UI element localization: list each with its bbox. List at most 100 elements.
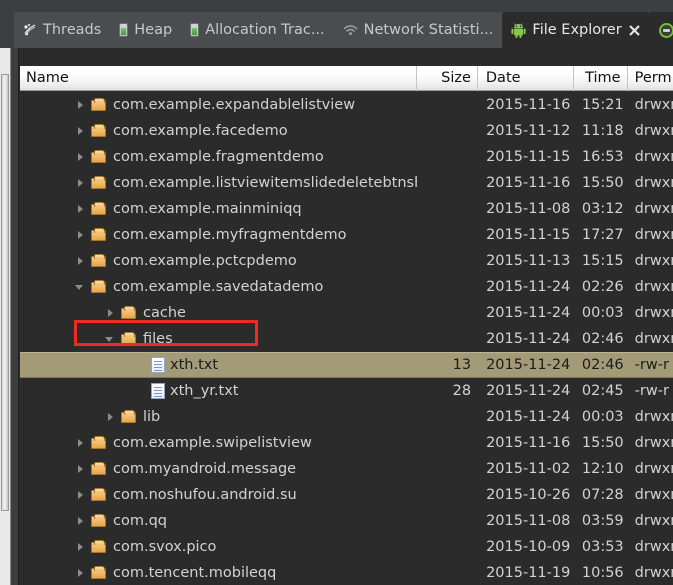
table-row[interactable]: com.example.fragmentdemo 2015-11-15 16:53 d… xyxy=(20,144,673,170)
table-row[interactable]: com.example.swipelistview 2015-11-16 15:50… xyxy=(20,430,673,456)
chevron-right-icon[interactable] xyxy=(75,542,86,553)
column-header-name[interactable]: Name xyxy=(20,65,417,91)
cell-name: com.myandroid.message xyxy=(20,456,417,482)
tab-list: Threads Heap Allocation Trac... Network Sta… xyxy=(14,12,673,48)
table-row[interactable]: com.example.facedemo 2015-11-12 11:18 drwxr xyxy=(20,118,673,144)
chevron-right-icon[interactable] xyxy=(75,230,86,241)
cell-name: com.example.pctcpdemo xyxy=(20,248,417,274)
tab-threads[interactable]: Threads xyxy=(14,12,111,48)
cell-name: com.example.myfragmentdemo xyxy=(20,222,417,248)
cell-name: com.svox.pico xyxy=(20,534,417,560)
chevron-down-icon[interactable] xyxy=(105,334,116,345)
chevron-right-icon[interactable] xyxy=(75,568,86,579)
table-row[interactable]: files 2015-11-24 02:46 drwxr xyxy=(20,326,673,352)
chevron-right-icon[interactable] xyxy=(105,308,116,319)
table-row[interactable]: com.example.listviewitemslidedeletebtnsh… xyxy=(20,170,673,196)
cell-time: 12:10 xyxy=(575,456,628,482)
chevron-right-icon[interactable] xyxy=(75,126,86,137)
table-row[interactable]: com.tencent.mobileqq 2015-11-19 10:56 drwxr xyxy=(20,560,673,585)
file-name-label: com.noshufou.android.su xyxy=(113,486,297,503)
chevron-right-icon[interactable] xyxy=(75,256,86,267)
cell-size xyxy=(417,560,478,585)
chevron-right-icon[interactable] xyxy=(105,412,116,423)
table-row[interactable]: com.example.expandablelistview 2015-11-16… xyxy=(20,92,673,118)
cell-date: 2015-11-08 xyxy=(478,196,574,222)
file-perm-label: -rw-r xyxy=(634,383,669,399)
table-row[interactable]: xth_yr.txt 28 2015-11-24 02:45 -rw-r xyxy=(20,378,673,404)
cell-size xyxy=(417,404,478,430)
chevron-right-icon[interactable] xyxy=(75,204,86,215)
chevron-right-icon[interactable] xyxy=(75,178,86,189)
column-header-size[interactable]: Size xyxy=(417,65,478,91)
tab-network-statisti[interactable]: Network Statisti... xyxy=(333,12,503,48)
cell-time: 00:03 xyxy=(575,404,628,430)
name-cell-content: com.myandroid.message xyxy=(20,456,296,482)
file-name-label: xth_yr.txt xyxy=(170,382,239,399)
tab-heap[interactable]: Heap xyxy=(110,12,182,48)
table-row[interactable]: cache 2015-11-24 00:03 drwxr xyxy=(20,300,673,326)
table-row[interactable]: com.example.myfragmentdemo 2015-11-15 17:2… xyxy=(20,222,673,248)
file-date-label: 2015-11-16 xyxy=(486,175,571,191)
file-name-label: cache xyxy=(143,304,186,321)
table-row[interactable]: com.example.savedatademo 2015-11-24 02:26 d… xyxy=(20,274,673,300)
cell-perm: drwxr xyxy=(628,274,673,300)
file-time-label: 11:18 xyxy=(581,123,624,139)
scrollbar-thumb[interactable] xyxy=(1,74,9,511)
cell-name: com.example.listviewitemslidedeletebtnsh xyxy=(20,170,417,196)
file-date-label: 2015-11-24 xyxy=(486,331,571,347)
chevron-right-icon[interactable] xyxy=(75,464,86,475)
cell-time: 07:28 xyxy=(575,482,628,508)
name-cell-content: com.qq xyxy=(20,508,167,534)
file-perm-label: drwxr xyxy=(634,539,673,555)
file-name-label: com.myandroid.message xyxy=(113,460,297,477)
file-perm-label: drwxr xyxy=(634,149,673,165)
cell-name: com.example.fragmentdemo xyxy=(20,144,417,170)
chevron-right-icon[interactable] xyxy=(75,516,86,527)
name-cell-content: xth_yr.txt xyxy=(20,378,238,404)
folder-icon xyxy=(91,254,108,268)
table-row[interactable]: com.myandroid.message 2015-11-02 12:10 drwx… xyxy=(20,456,673,482)
cell-date: 2015-11-12 xyxy=(478,118,574,144)
table-row-selected[interactable]: xth.txt 13 2015-11-24 02:46 -rw-r xyxy=(20,352,673,378)
table-row[interactable]: lib 2015-11-24 00:03 drwxr xyxy=(20,404,673,430)
close-icon[interactable] xyxy=(628,24,641,37)
cell-name: com.example.mainminiqq xyxy=(20,196,417,222)
folder-icon xyxy=(91,98,108,112)
tab-file-explorer[interactable]: File Explorer xyxy=(502,12,650,48)
table-row[interactable]: com.qq 2015-11-08 03:59 drwxr xyxy=(20,508,673,534)
table-row[interactable]: com.example.mainminiqq 2015-11-08 03:12 drw… xyxy=(20,196,673,222)
cell-date: 2015-11-24 xyxy=(478,274,574,300)
tab-allocation-trac[interactable]: Allocation Trac... xyxy=(181,12,334,48)
column-header-time-label: Time xyxy=(585,70,621,86)
cell-time: 02:45 xyxy=(575,378,628,404)
column-header-date[interactable]: Date xyxy=(478,65,575,91)
chevron-right-icon[interactable] xyxy=(75,490,86,501)
column-header-time[interactable]: Time xyxy=(574,65,628,91)
cell-date: 2015-11-13 xyxy=(478,248,574,274)
file-size-label: 13 xyxy=(452,357,472,373)
table-row[interactable]: com.noshufou.android.su 2015-10-26 07:28 dr… xyxy=(20,482,673,508)
file-table-header: Name Size Date Time Perm xyxy=(20,65,673,91)
column-header-perm[interactable]: Perm xyxy=(628,66,673,91)
chevron-right-icon[interactable] xyxy=(75,100,86,111)
cell-size xyxy=(417,456,478,482)
chevron-down-icon[interactable] xyxy=(75,282,86,293)
table-row[interactable]: com.example.pctcpdemo 2015-11-13 15:15 drwx… xyxy=(20,248,673,274)
name-cell-content: com.example.listviewitemslidedeletebtnsh xyxy=(20,170,417,196)
file-date-label: 2015-11-12 xyxy=(486,123,571,139)
file-perm-label: drwxr xyxy=(634,487,673,503)
outer-vertical-scrollbar[interactable] xyxy=(0,48,11,585)
chevron-right-icon[interactable] xyxy=(75,152,86,163)
cell-name: com.example.expandablelistview xyxy=(20,92,417,118)
table-row[interactable]: com.svox.pico 2015-10-09 03:53 drwxr xyxy=(20,534,673,560)
cell-date: 2015-10-09 xyxy=(478,534,574,560)
folder-icon xyxy=(91,228,108,242)
tab-em[interactable]: Em xyxy=(649,12,673,48)
file-perm-label: drwxr xyxy=(634,461,673,477)
cell-name: files xyxy=(20,326,417,352)
file-date-label: 2015-11-02 xyxy=(486,461,571,477)
column-header-date-label: Date xyxy=(485,70,521,86)
cell-perm: drwxr xyxy=(628,248,673,274)
chevron-right-icon[interactable] xyxy=(75,438,86,449)
